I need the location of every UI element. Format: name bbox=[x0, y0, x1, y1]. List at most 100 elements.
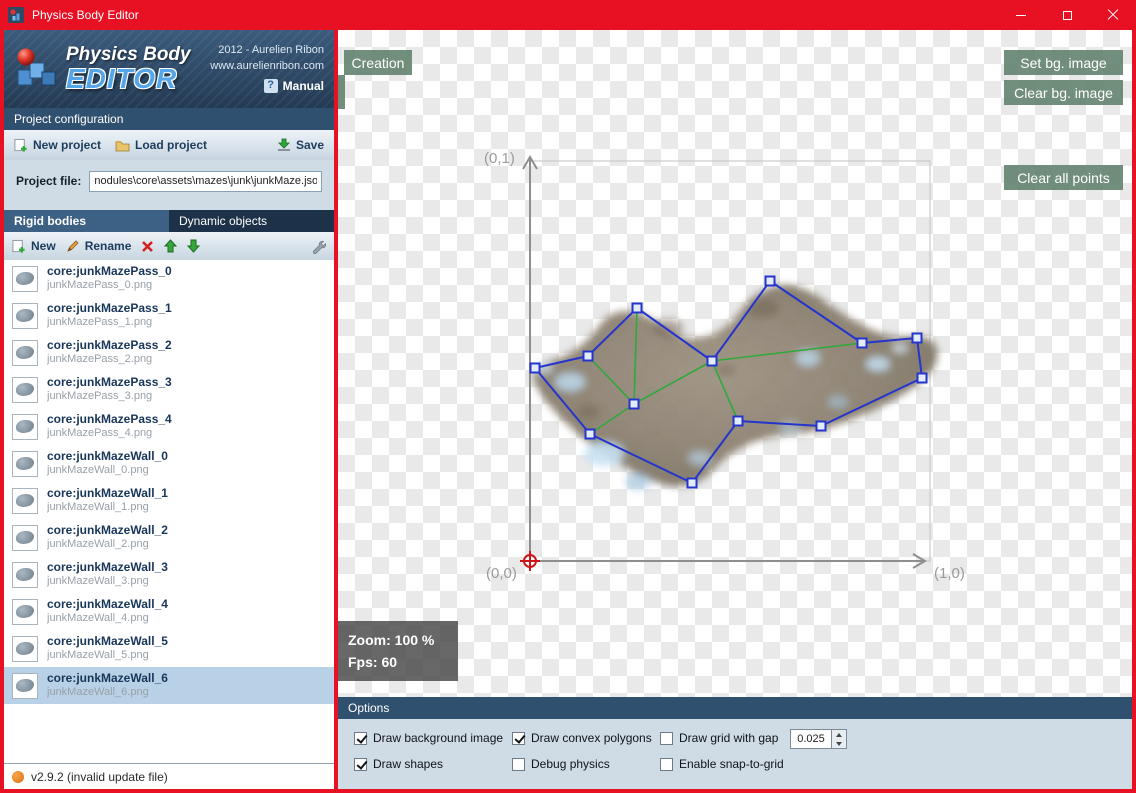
titlebar: Physics Body Editor bbox=[0, 0, 1136, 30]
arrow-down-icon bbox=[187, 239, 201, 253]
body-list-item[interactable]: core:junkMazeWall_2 junkMazeWall_2.png bbox=[4, 519, 334, 556]
checkbox-draw-background-image[interactable]: Draw background image bbox=[354, 731, 503, 745]
clear-bg-image-button[interactable]: Clear bg. image bbox=[1004, 80, 1123, 105]
body-thumbnail bbox=[12, 265, 38, 292]
checkbox-box bbox=[354, 731, 367, 745]
bodies-toolbar: New Rename bbox=[4, 232, 334, 260]
app-icon bbox=[8, 7, 24, 23]
mode-panel-strip bbox=[338, 75, 345, 109]
credit-author: 2012 - Aurelien Ribon bbox=[218, 43, 324, 56]
axis-label-top: (0,1) bbox=[484, 150, 515, 167]
bodies-list: core:junkMazePass_0 junkMazePass_0.png co… bbox=[4, 260, 334, 763]
project-config-header: Project configuration bbox=[4, 108, 334, 130]
fps-text: Fps: 60 bbox=[348, 654, 398, 670]
body-list-item[interactable]: core:junkMazeWall_5 junkMazeWall_5.png bbox=[4, 630, 334, 667]
minimize-button[interactable] bbox=[998, 0, 1044, 30]
body-list-item[interactable]: core:junkMazeWall_4 junkMazeWall_4.png bbox=[4, 593, 334, 630]
options-panel: Options Draw background image Draw conve… bbox=[338, 697, 1132, 789]
window-content: Physics Body EDITOR 2012 - Aurelien Ribo… bbox=[4, 30, 1132, 789]
pencil-icon bbox=[66, 240, 79, 252]
body-list-item[interactable]: core:junkMazePass_2 junkMazePass_2.png bbox=[4, 334, 334, 371]
rename-body-button[interactable]: Rename bbox=[66, 239, 131, 253]
zoom-text: Zoom: 100 % bbox=[348, 632, 435, 648]
body-thumbnail bbox=[12, 339, 38, 366]
axis-label-origin: (0,0) bbox=[486, 565, 517, 582]
delete-x-icon bbox=[142, 240, 154, 252]
canvas-scene[interactable] bbox=[338, 30, 1132, 697]
project-file-row: Project file: bbox=[4, 160, 334, 202]
status-bar: v2.9.2 (invalid update file) bbox=[4, 763, 334, 789]
body-list-item[interactable]: core:junkMazePass_3 junkMazePass_3.png bbox=[4, 371, 334, 408]
close-button[interactable] bbox=[1090, 0, 1136, 30]
body-thumbnail bbox=[12, 672, 38, 699]
maximize-icon bbox=[1062, 10, 1072, 20]
spinner-up-button[interactable] bbox=[832, 730, 846, 739]
close-icon bbox=[1107, 9, 1119, 21]
save-icon bbox=[277, 138, 290, 151]
checkbox-draw-convex-polygons[interactable]: Draw convex polygons bbox=[512, 731, 652, 745]
tab-rigid-bodies[interactable]: Rigid bodies bbox=[4, 210, 169, 232]
body-thumbnail bbox=[12, 635, 38, 662]
credits: 2012 - Aurelien Ribon www.aurelienribon.… bbox=[210, 43, 324, 95]
spinner-buttons[interactable] bbox=[832, 729, 847, 749]
body-list-item[interactable]: core:junkMazeWall_6 junkMazeWall_6.png bbox=[4, 667, 334, 704]
body-thumbnail bbox=[12, 450, 38, 477]
checkbox-box bbox=[660, 757, 673, 771]
body-list-item[interactable]: core:junkMazeWall_1 junkMazeWall_1.png bbox=[4, 482, 334, 519]
move-up-button[interactable] bbox=[164, 239, 178, 253]
bodies-tabs: Rigid bodies Dynamic objects bbox=[4, 210, 334, 232]
save-project-button[interactable]: Save bbox=[277, 138, 324, 152]
new-page-icon bbox=[12, 239, 25, 253]
set-bg-image-button[interactable]: Set bg. image bbox=[1004, 50, 1123, 75]
grid-gap-spinner[interactable]: 0.025 bbox=[790, 729, 847, 749]
tab-dynamic-objects[interactable]: Dynamic objects bbox=[169, 210, 334, 232]
version-text: v2.9.2 (invalid update file) bbox=[31, 769, 168, 784]
logo-name-bottom: EDITOR bbox=[66, 63, 178, 94]
body-list-item[interactable]: core:junkMazeWall_3 junkMazeWall_3.png bbox=[4, 556, 334, 593]
body-shape[interactable] bbox=[529, 275, 938, 491]
new-page-icon bbox=[14, 138, 27, 152]
creation-mode-button[interactable]: Creation bbox=[344, 50, 412, 75]
checkbox-draw-shapes[interactable]: Draw shapes bbox=[354, 757, 443, 771]
editor-canvas[interactable]: Creation Set bg. image Clear bg. image C… bbox=[338, 30, 1132, 697]
origin-marker[interactable] bbox=[520, 551, 540, 571]
spinner-down-icon bbox=[836, 741, 842, 746]
minimize-icon bbox=[1016, 14, 1026, 16]
new-body-button[interactable]: New bbox=[12, 239, 56, 254]
manual-link[interactable]: ? Manual bbox=[210, 78, 324, 95]
maximize-button[interactable] bbox=[1044, 0, 1090, 30]
body-thumbnail bbox=[12, 302, 38, 329]
move-down-button[interactable] bbox=[187, 239, 201, 253]
spacer bbox=[4, 202, 334, 210]
checkbox-draw-grid-with-gap[interactable]: Draw grid with gap bbox=[660, 731, 778, 745]
body-list-item[interactable]: core:junkMazePass_4 junkMazePass_4.png bbox=[4, 408, 334, 445]
window-title: Physics Body Editor bbox=[32, 8, 139, 22]
manual-label: Manual bbox=[282, 78, 324, 93]
load-project-button[interactable]: Load project bbox=[115, 138, 207, 152]
logo-icon bbox=[17, 48, 56, 86]
sidebar: Physics Body EDITOR 2012 - Aurelien Ribo… bbox=[4, 30, 334, 789]
body-list-item[interactable]: core:junkMazeWall_0 junkMazeWall_0.png bbox=[4, 445, 334, 482]
delete-body-button[interactable] bbox=[141, 240, 154, 253]
new-project-button[interactable]: New project bbox=[14, 138, 101, 153]
project-file-input[interactable] bbox=[89, 170, 322, 192]
grid-gap-value[interactable]: 0.025 bbox=[790, 729, 832, 749]
body-list-item[interactable]: core:junkMazePass_1 junkMazePass_1.png bbox=[4, 297, 334, 334]
body-thumbnail bbox=[12, 376, 38, 403]
body-thumbnail bbox=[12, 561, 38, 588]
checkbox-debug-physics[interactable]: Debug physics bbox=[512, 757, 610, 771]
arrow-up-icon bbox=[164, 239, 178, 253]
body-thumbnail bbox=[12, 487, 38, 514]
checkbox-enable-snap-to-grid[interactable]: Enable snap-to-grid bbox=[660, 757, 784, 771]
logo-area: Physics Body EDITOR 2012 - Aurelien Ribo… bbox=[4, 30, 334, 108]
options-content: Draw background image Draw convex polygo… bbox=[338, 719, 1132, 789]
body-list-item[interactable]: core:junkMazePass_0 junkMazePass_0.png bbox=[4, 260, 334, 297]
clear-all-points-button[interactable]: Clear all points bbox=[1004, 165, 1123, 190]
wrench-icon bbox=[312, 240, 326, 254]
credit-website[interactable]: www.aurelienribon.com bbox=[210, 59, 324, 75]
axis-label-right: (1,0) bbox=[934, 565, 965, 582]
settings-button[interactable] bbox=[310, 238, 326, 254]
checkbox-box bbox=[354, 757, 367, 771]
spinner-down-button[interactable] bbox=[832, 739, 846, 748]
options-header: Options bbox=[338, 697, 1132, 719]
